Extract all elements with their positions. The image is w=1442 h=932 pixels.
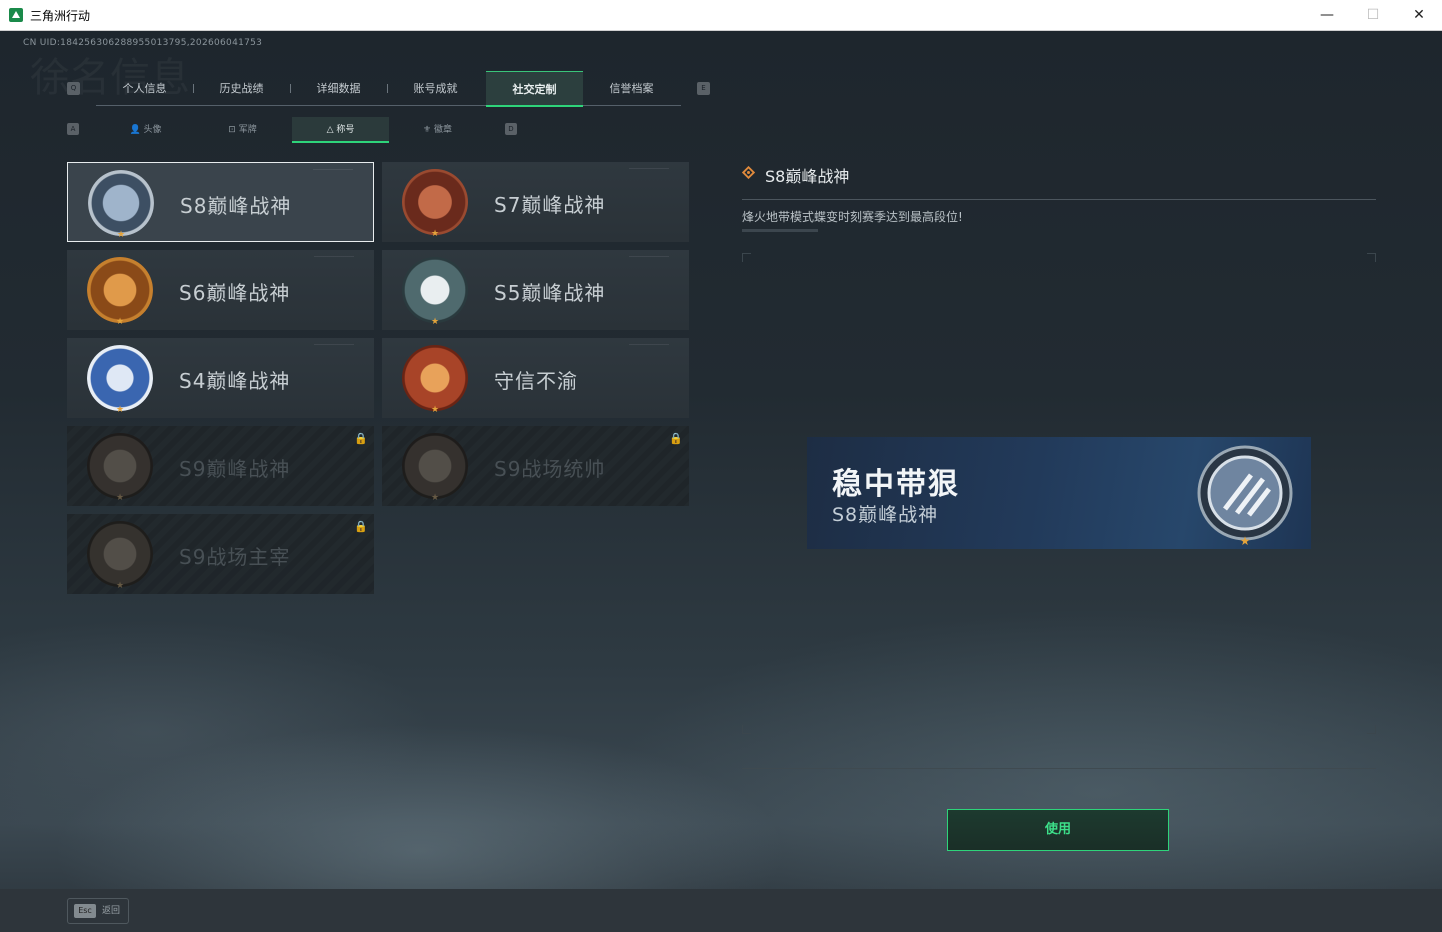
lock-icon: 🔒 xyxy=(354,432,368,445)
detail-title: S8巅峰战神 xyxy=(765,167,850,186)
tab-personal-info[interactable]: 个人信息 xyxy=(96,71,193,106)
close-button[interactable]: ✕ xyxy=(1396,0,1442,30)
preview-main-text: 稳中带狠 xyxy=(832,467,960,502)
sub-tab-bar: 👤 头像 ⊡ 军牌 △ 称号 ⚜ 徽章 xyxy=(97,117,487,143)
title-card-s6[interactable]: ★ S6巅峰战神 xyxy=(67,250,374,330)
title-name: S9战场统帅 xyxy=(494,457,606,481)
t-shield-badge-icon: ★ xyxy=(87,257,153,327)
title-card-s4[interactable]: ★ S4巅峰战神 xyxy=(67,338,374,418)
triangle-icon: △ xyxy=(326,125,334,135)
detail-bottom-divider xyxy=(742,768,1376,769)
preview-badge-icon: ★ xyxy=(1197,445,1293,547)
lock-icon: 🔒 xyxy=(354,520,368,533)
game-viewport: 徐名信息 CN UID:1842563062889550137​95,20260… xyxy=(0,31,1442,932)
skull-badge-icon: ★ xyxy=(402,257,468,327)
diagonal-stripes-badge-icon: ★ xyxy=(88,170,154,240)
tab-history[interactable]: 历史战绩 xyxy=(193,71,290,106)
back-label: 返回 xyxy=(102,906,121,916)
title-card-s9-dominator[interactable]: ★ S9战场主宰 🔒 xyxy=(67,514,374,594)
mushroom-cloud-badge-icon: ★ xyxy=(87,521,153,591)
uid-text: CN UID:1842563062889550137​95,2026060417… xyxy=(23,38,263,48)
person-icon: 👤 xyxy=(129,125,141,135)
subtab-title[interactable]: △ 称号 xyxy=(292,117,389,143)
back-button[interactable]: Esc 返回 xyxy=(67,898,129,924)
title-card-s9-commander[interactable]: ★ S9战场统帅 🔒 xyxy=(382,426,689,506)
title-card-s5[interactable]: ★ S5巅峰战神 xyxy=(382,250,689,330)
scales-badge-icon: ★ xyxy=(402,345,468,415)
title-name: S5巅峰战神 xyxy=(494,281,606,305)
key-hint-q: Q xyxy=(67,82,80,95)
fortress-badge-icon: ★ xyxy=(87,433,153,503)
title-name: S7巅峰战神 xyxy=(494,193,606,217)
dogtag-icon: ⊡ xyxy=(228,125,236,135)
title-name: S9战场主宰 xyxy=(179,545,291,569)
title-name: S6巅峰战神 xyxy=(179,281,291,305)
warship-badge-icon: ★ xyxy=(402,433,468,503)
minimize-button[interactable]: — xyxy=(1304,0,1350,30)
subtab-emblem[interactable]: ⚜ 徽章 xyxy=(389,117,486,143)
tab-credit-archive[interactable]: 信誉档案 xyxy=(583,71,680,106)
title-name: S9巅峰战神 xyxy=(179,457,291,481)
window-title: 三角洲行动 xyxy=(30,9,91,23)
detail-description: 烽火地带模式蝶变时刻赛季达到最高段位! xyxy=(742,210,963,224)
tab-achievements[interactable]: 账号成就 xyxy=(387,71,484,106)
subtab-avatar[interactable]: 👤 头像 xyxy=(97,117,194,143)
key-hint-d: D xyxy=(505,123,517,135)
title-card-s7[interactable]: ★ S7巅峰战神 xyxy=(382,162,689,242)
key-hint-e: E xyxy=(697,82,710,95)
preview-sub-text: S8巅峰战神 xyxy=(832,504,939,526)
detail-divider xyxy=(742,199,1376,200)
use-button[interactable]: 使用 xyxy=(947,809,1169,851)
svg-text:★: ★ xyxy=(1240,534,1251,547)
title-card-s9-peak[interactable]: ★ S9巅峰战神 🔒 xyxy=(67,426,374,506)
tab-detailed-data[interactable]: 详细数据 xyxy=(290,71,387,106)
bottom-bar xyxy=(0,889,1442,932)
title-name: S4巅峰战神 xyxy=(179,369,291,393)
title-name: S8巅峰战神 xyxy=(180,194,292,218)
diamond-icon xyxy=(742,166,755,179)
lock-icon: 🔒 xyxy=(669,432,683,445)
tab-social-custom[interactable]: 社交定制 xyxy=(486,71,583,107)
title-name: 守信不渝 xyxy=(494,369,578,393)
esc-key-hint: Esc xyxy=(74,904,96,918)
main-tab-bar: 个人信息 历史战绩 详细数据 账号成就 社交定制 信誉档案 xyxy=(96,71,681,107)
app-icon xyxy=(9,8,23,22)
title-card-honor[interactable]: ★ 守信不渝 xyxy=(382,338,689,418)
key-hint-a: A xyxy=(67,123,79,135)
window-titlebar: 三角洲行动 — ☐ ✕ xyxy=(0,0,1442,31)
title-grid: ★ S8巅峰战神 ★ S7巅峰战神 ★ S6巅峰战神 ★ S5巅峰战神 ★ S4… xyxy=(67,162,689,594)
helmet-badge-icon: ★ xyxy=(87,345,153,415)
title-preview-banner: 稳中带狠 S8巅峰战神 ★ xyxy=(807,437,1311,549)
rifle-badge-icon: ★ xyxy=(402,169,468,239)
maximize-button[interactable]: ☐ xyxy=(1350,0,1396,30)
detail-decor-bar xyxy=(742,229,818,232)
subtab-dogtag[interactable]: ⊡ 军牌 xyxy=(194,117,291,143)
emblem-icon: ⚜ xyxy=(423,125,432,135)
title-card-s8[interactable]: ★ S8巅峰战神 xyxy=(67,162,374,242)
